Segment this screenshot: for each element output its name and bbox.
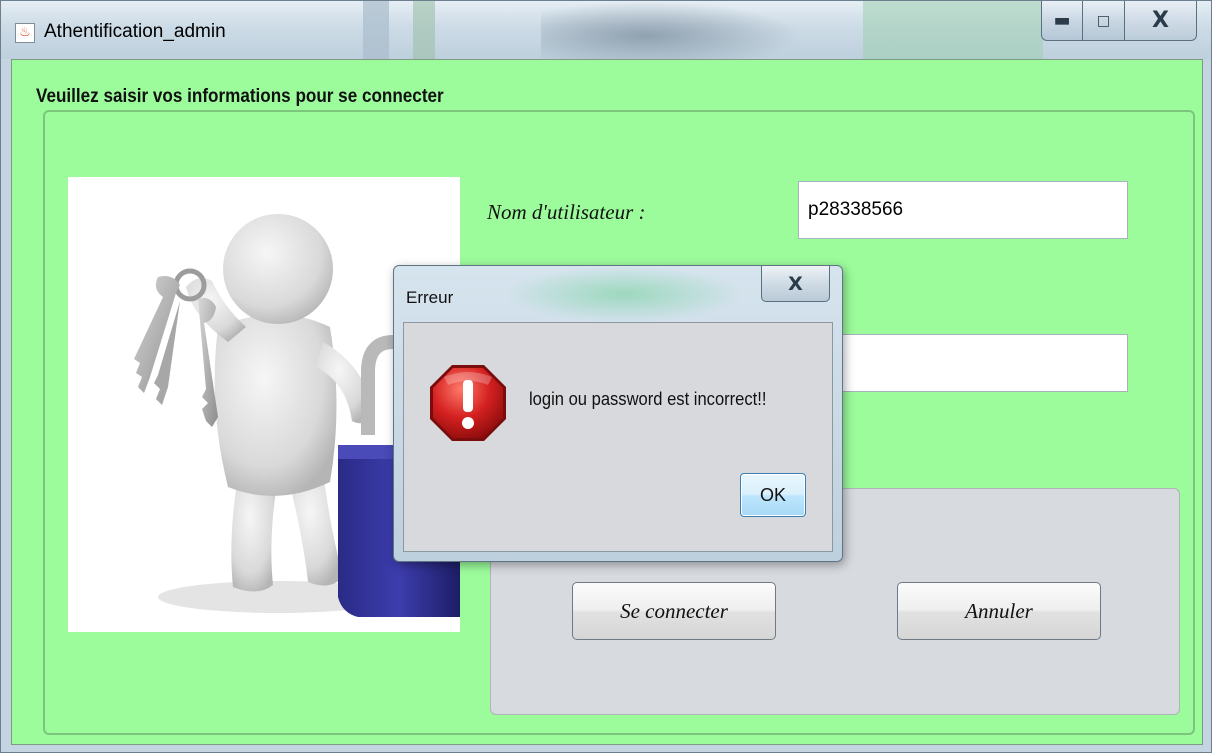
password-input[interactable]: **** xyxy=(798,334,1128,392)
panel-title: Veuillez saisir vos informations pour se… xyxy=(36,86,444,107)
window-title: Athentification_admin xyxy=(44,21,226,42)
error-message: login ou password est incorrect!! xyxy=(529,389,767,409)
error-stop-icon xyxy=(430,365,506,441)
ok-button[interactable]: OK xyxy=(740,473,806,517)
glass-reflection xyxy=(504,266,744,322)
java-icon: ♨ xyxy=(15,23,35,43)
username-label: Nom d'utilisateur : xyxy=(487,200,646,224)
close-icon: X xyxy=(1152,8,1169,33)
dialog-close-button[interactable]: X xyxy=(761,266,830,302)
glass-reflection xyxy=(413,1,435,59)
dialog-body: login ou password est incorrect!! OK xyxy=(403,322,833,552)
glass-reflection xyxy=(541,1,801,59)
glass-reflection xyxy=(863,1,1043,59)
dialog-title: Erreur xyxy=(406,288,454,307)
cancel-button[interactable]: Annuler xyxy=(897,582,1101,640)
minimize-button[interactable]: ▬ xyxy=(1041,1,1083,41)
maximize-icon: □ xyxy=(1096,12,1111,29)
connect-button[interactable]: Se connecter xyxy=(572,582,776,640)
glass-reflection xyxy=(363,1,389,59)
title-bar[interactable]: ♨ Athentification_admin xyxy=(1,1,1211,59)
close-icon: X xyxy=(788,272,803,295)
close-button[interactable]: X xyxy=(1125,1,1197,41)
username-input[interactable]: p28338566 xyxy=(798,181,1128,239)
maximize-button[interactable]: □ xyxy=(1083,1,1125,41)
minimize-icon: ▬ xyxy=(1053,10,1071,31)
error-dialog: Erreur X login ou password est incorrect… xyxy=(393,265,843,562)
window-controls: ▬ □ X xyxy=(1041,1,1197,41)
